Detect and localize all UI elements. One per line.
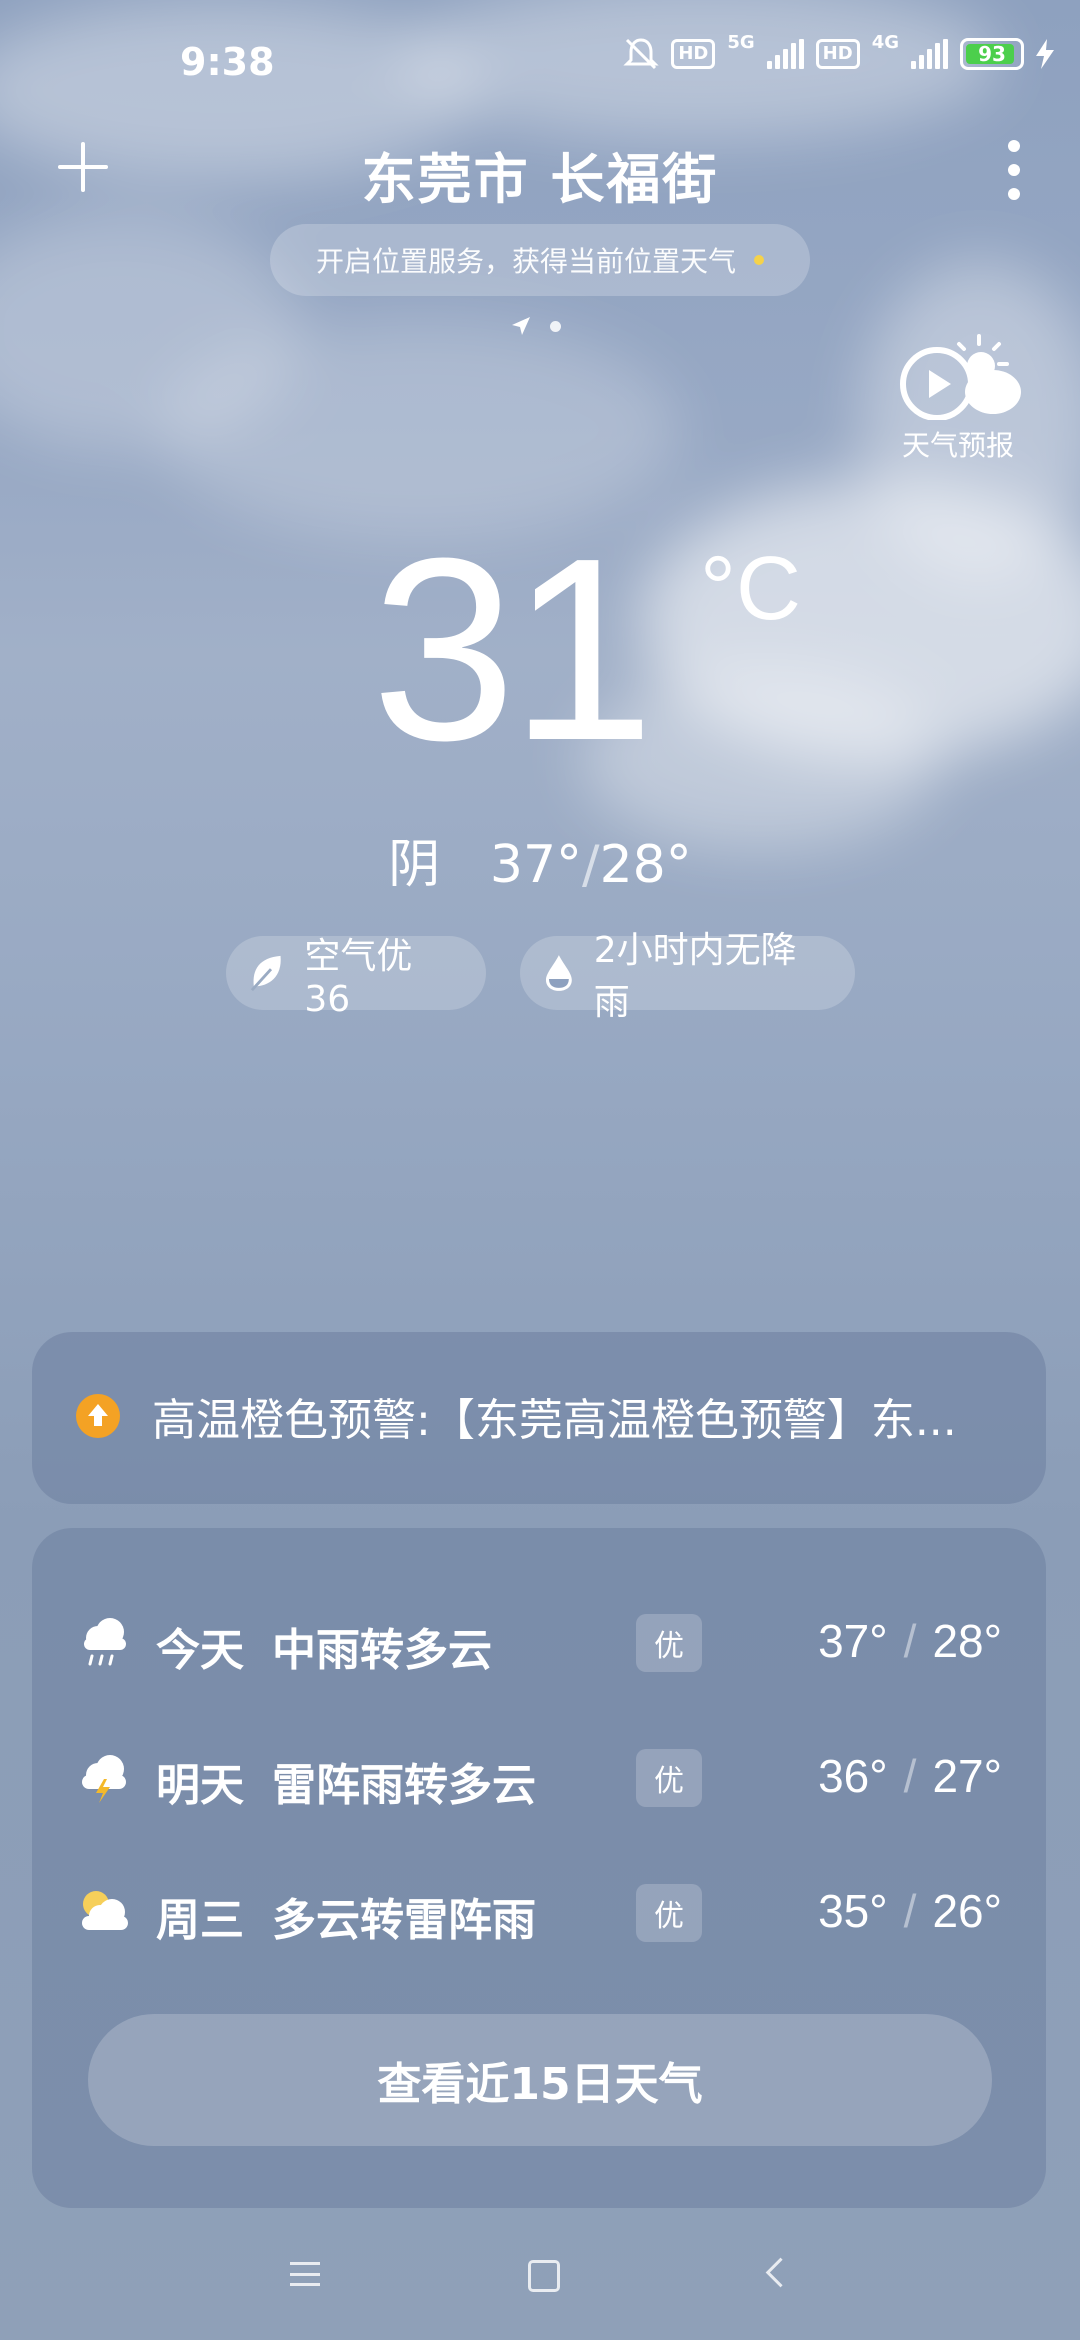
forecast-video-label: 天气预报 <box>901 429 1014 462</box>
sun-cloud-icon <box>82 1891 128 1930</box>
water-drop-icon <box>545 955 572 991</box>
view-15-day-button[interactable]: 查看近15日天气 <box>88 2014 992 2146</box>
day-temperature-range: 36°/27° <box>818 1750 1002 1802</box>
rain-cloud-icon <box>84 1618 126 1666</box>
location-prompt-text: 开启位置服务，获得当前位置天气 <box>315 245 736 278</box>
day-temperature-range: 35°/26° <box>818 1885 1002 1937</box>
back-icon[interactable] <box>765 2257 796 2288</box>
today-high: 37° <box>489 835 583 895</box>
aqi-badge: 优 <box>636 1884 702 1942</box>
day-temperature-range: 37°/28° <box>818 1615 1002 1667</box>
today-low: 28° <box>599 835 692 895</box>
rain-forecast-text: 2小时内无降雨 <box>593 930 797 1023</box>
location-arrow-icon <box>512 317 530 335</box>
leaf-icon <box>250 955 281 992</box>
forecast-row-wednesday[interactable]: 周三 多云转雷阵雨 优 35°/26° <box>32 1866 1046 1956</box>
city-title: 东莞市 长福街 <box>361 148 719 211</box>
page-dot <box>550 320 561 332</box>
air-quality-chip[interactable]: 空气优 36 <box>226 936 486 1020</box>
hd-badge: HD <box>671 39 716 69</box>
day-name: 周三 <box>156 1895 244 1946</box>
status-icons: HD 5G HD 4G 93 <box>623 32 1054 72</box>
warning-arrow-icon <box>76 1394 120 1438</box>
forecast-row-today[interactable]: 今天 中雨转多云 优 37°/28° <box>32 1596 1046 1686</box>
system-nav-bar <box>0 2240 1080 2340</box>
network-4g: 4G <box>871 31 899 53</box>
play-sun-cloud-icon <box>900 334 1021 420</box>
hi-lo-separator: / <box>582 835 600 895</box>
day-name: 今天 <box>156 1625 244 1676</box>
network-5g: 5G <box>727 31 755 53</box>
day-name: 明天 <box>156 1760 244 1811</box>
forecast-row-tomorrow[interactable]: 明天 雷阵雨转多云 优 36°/27° <box>32 1731 1046 1821</box>
temperature-value: 31 <box>371 505 654 795</box>
temperature-unit: °C <box>700 539 801 639</box>
day-condition: 雷阵雨转多云 <box>272 1760 536 1811</box>
hd-badge-2: HD <box>815 39 860 69</box>
day-condition: 中雨转多云 <box>272 1625 492 1676</box>
weather-alert-card[interactable]: 高温橙色预警:【东莞高温橙色预警】东... <box>32 1332 1046 1504</box>
current-temperature: 31 °C <box>0 520 1080 780</box>
rain-forecast-chip[interactable]: 2小时内无降雨 <box>520 930 855 1023</box>
battery-icon: 93 <box>960 38 1024 70</box>
current-condition: 阴 37°/28° <box>0 822 1080 897</box>
recent-apps-icon[interactable] <box>290 2262 320 2286</box>
weather-forecast-video-button[interactable]: 天气预报 <box>888 330 1028 464</box>
alert-text: 高温橙色预警:【东莞高温橙色预警】东... <box>152 1395 957 1446</box>
signal-icon-2 <box>911 39 948 69</box>
thunder-cloud-icon <box>82 1755 126 1803</box>
aqi-badge: 优 <box>636 1614 702 1672</box>
aqi-badge: 优 <box>636 1749 702 1807</box>
status-bar: 9:38 HD 5G HD 4G 93 <box>0 0 1080 120</box>
air-quality-text: 空气优 36 <box>304 935 413 1020</box>
page-indicator <box>510 315 561 337</box>
charging-icon <box>1036 39 1054 69</box>
day-condition: 多云转雷阵雨 <box>272 1895 536 1946</box>
bell-muted-icon <box>623 38 659 70</box>
top-bar: 东莞市 长福街 <box>0 130 1080 211</box>
condition-text: 阴 <box>388 835 441 895</box>
more-menu-icon[interactable] <box>1004 140 1024 200</box>
status-time: 9:38 <box>180 40 275 84</box>
signal-icon <box>766 39 804 69</box>
location-service-prompt[interactable]: 开启位置服务，获得当前位置天气 <box>270 224 810 296</box>
home-icon[interactable] <box>528 2260 560 2292</box>
battery-level: 93 <box>978 42 1006 66</box>
notice-dot <box>754 255 764 265</box>
